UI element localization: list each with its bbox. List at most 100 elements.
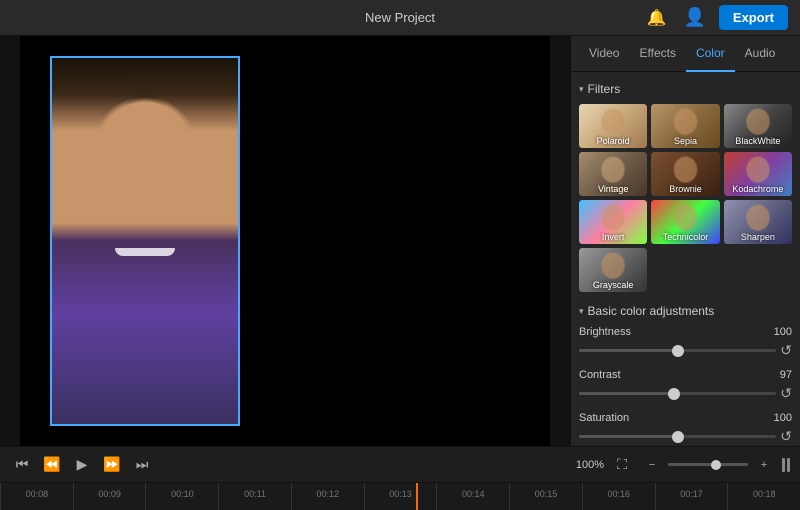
zoom-level: 100%	[576, 459, 604, 471]
filter-thumb-technicolor: Technicolor	[651, 200, 719, 244]
tick-6: 00:14	[436, 483, 509, 510]
filter-sepia[interactable]: Sepia	[651, 104, 719, 148]
fullscreen-icon: ⛶	[617, 456, 627, 473]
filter-thumb-sharpen: Sharpen	[724, 200, 792, 244]
user-button[interactable]: 👤	[681, 4, 709, 32]
filters-section-header[interactable]: ▾ Filters	[579, 82, 792, 96]
saturation-slider[interactable]	[579, 435, 776, 438]
zoom-controls: − +	[640, 453, 776, 477]
filter-grayscale[interactable]: Grayscale	[579, 248, 647, 292]
filter-thumb-invert: Invert	[579, 200, 647, 244]
filter-blackwhite[interactable]: BlackWhite	[724, 104, 792, 148]
filter-label-blackwhite: BlackWhite	[735, 136, 780, 146]
filter-sharpen[interactable]: Sharpen	[724, 200, 792, 244]
filter-label-sepia: Sepia	[674, 136, 697, 146]
filter-polaroid[interactable]: Polaroid	[579, 104, 647, 148]
filter-label-technicolor: Technicolor	[663, 232, 709, 242]
filter-label-sharpen: Sharpen	[741, 232, 775, 242]
panel-content: ▾ Filters Polaroid Sepia	[571, 72, 800, 446]
timeline-playhead	[416, 483, 418, 510]
video-thumbnail	[50, 56, 240, 426]
pause-bar-right	[787, 458, 790, 472]
tick-9: 00:17	[655, 483, 728, 510]
adjustments-section: ▾ Basic color adjustments Brightness 100	[579, 304, 792, 446]
filter-invert[interactable]: Invert	[579, 200, 647, 244]
video-canvas	[20, 36, 550, 446]
fit-to-screen-button[interactable]: ⛶	[610, 453, 634, 477]
saturation-row: Saturation 100 ↺	[579, 412, 792, 445]
timeline-ruler: 00:08 00:09 00:10 00:11 00:12 00:13 00:1…	[0, 483, 800, 510]
skip-to-end-button[interactable]: ⏭	[130, 453, 154, 477]
zoom-slider[interactable]	[668, 463, 748, 466]
filter-thumb-polaroid: Polaroid	[579, 104, 647, 148]
tick-1: 00:09	[73, 483, 146, 510]
tick-0: 00:08	[0, 483, 73, 510]
filter-label-vintage: Vintage	[598, 184, 628, 194]
zoom-in-button[interactable]: +	[752, 453, 776, 477]
brightness-value: 100	[774, 326, 792, 338]
notifications-button[interactable]: 🔔	[643, 4, 671, 32]
brightness-label: Brightness	[579, 326, 631, 338]
video-area	[0, 36, 570, 446]
contrast-slider-container: ↺	[579, 385, 792, 402]
contrast-row: Contrast 97 ↺	[579, 369, 792, 402]
adjustments-chevron-icon: ▾	[579, 306, 584, 317]
filter-label-brownie: Brownie	[669, 184, 702, 194]
export-button[interactable]: Export	[719, 5, 788, 30]
filters-label: Filters	[588, 82, 621, 96]
brightness-row: Brightness 100 ↺	[579, 326, 792, 359]
tick-3: 00:11	[218, 483, 291, 510]
tab-effects[interactable]: Effects	[629, 36, 685, 72]
adjustments-section-header[interactable]: ▾ Basic color adjustments	[579, 304, 792, 318]
bell-icon: 🔔	[647, 8, 667, 28]
right-panel: Video Effects Color Audio ▾ Filters Pola…	[570, 36, 800, 446]
header: New Project 🔔 👤 Export	[0, 0, 800, 36]
contrast-value: 97	[780, 369, 792, 381]
user-icon: 👤	[684, 7, 706, 28]
filter-thumb-blackwhite: BlackWhite	[724, 104, 792, 148]
brightness-slider-container: ↺	[579, 342, 792, 359]
saturation-reset-button[interactable]: ↺	[780, 428, 792, 445]
filter-label-polaroid: Polaroid	[597, 136, 630, 146]
adjustments-label: Basic color adjustments	[588, 304, 715, 318]
contrast-reset-button[interactable]: ↺	[780, 385, 792, 402]
pause-indicator	[782, 458, 790, 472]
filter-kodachrome[interactable]: Kodachrome	[724, 152, 792, 196]
saturation-value: 100	[774, 412, 792, 424]
zoom-out-button[interactable]: −	[640, 453, 664, 477]
play-button[interactable]: ▶	[70, 453, 94, 477]
saturation-label: Saturation	[579, 412, 629, 424]
tick-8: 00:16	[582, 483, 655, 510]
prev-frame-button[interactable]: ⏪	[40, 453, 64, 477]
main-area: Video Effects Color Audio ▾ Filters Pola…	[0, 36, 800, 446]
pause-bar-left	[782, 458, 785, 472]
tab-audio[interactable]: Audio	[735, 36, 786, 72]
skip-to-start-button[interactable]: ⏮	[10, 453, 34, 477]
filters-chevron-icon: ▾	[579, 84, 584, 95]
filter-thumb-grayscale: Grayscale	[579, 248, 647, 292]
project-title: New Project	[365, 10, 435, 25]
filter-label-grayscale: Grayscale	[593, 280, 634, 290]
tick-2: 00:10	[145, 483, 218, 510]
brightness-slider[interactable]	[579, 349, 776, 352]
header-actions: 🔔 👤 Export	[643, 4, 788, 32]
filter-technicolor[interactable]: Technicolor	[651, 200, 719, 244]
saturation-slider-container: ↺	[579, 428, 792, 445]
filter-grid: Polaroid Sepia BlackWhite	[579, 104, 792, 292]
filter-thumb-kodachrome: Kodachrome	[724, 152, 792, 196]
filter-thumb-brownie: Brownie	[651, 152, 719, 196]
timeline[interactable]: 00:08 00:09 00:10 00:11 00:12 00:13 00:1…	[0, 482, 800, 510]
tick-4: 00:12	[291, 483, 364, 510]
brightness-reset-button[interactable]: ↺	[780, 342, 792, 359]
next-frame-button[interactable]: ⏩	[100, 453, 124, 477]
filter-vintage[interactable]: Vintage	[579, 152, 647, 196]
filter-thumb-sepia: Sepia	[651, 104, 719, 148]
tab-color[interactable]: Color	[686, 36, 735, 72]
filter-brownie[interactable]: Brownie	[651, 152, 719, 196]
tab-video[interactable]: Video	[579, 36, 629, 72]
tick-7: 00:15	[509, 483, 582, 510]
bottom-toolbar: ⏮ ⏪ ▶ ⏩ ⏭ 100% ⛶ − +	[0, 446, 800, 482]
tick-5: 00:13	[364, 483, 437, 510]
tabs-bar: Video Effects Color Audio	[571, 36, 800, 72]
contrast-slider[interactable]	[579, 392, 776, 395]
